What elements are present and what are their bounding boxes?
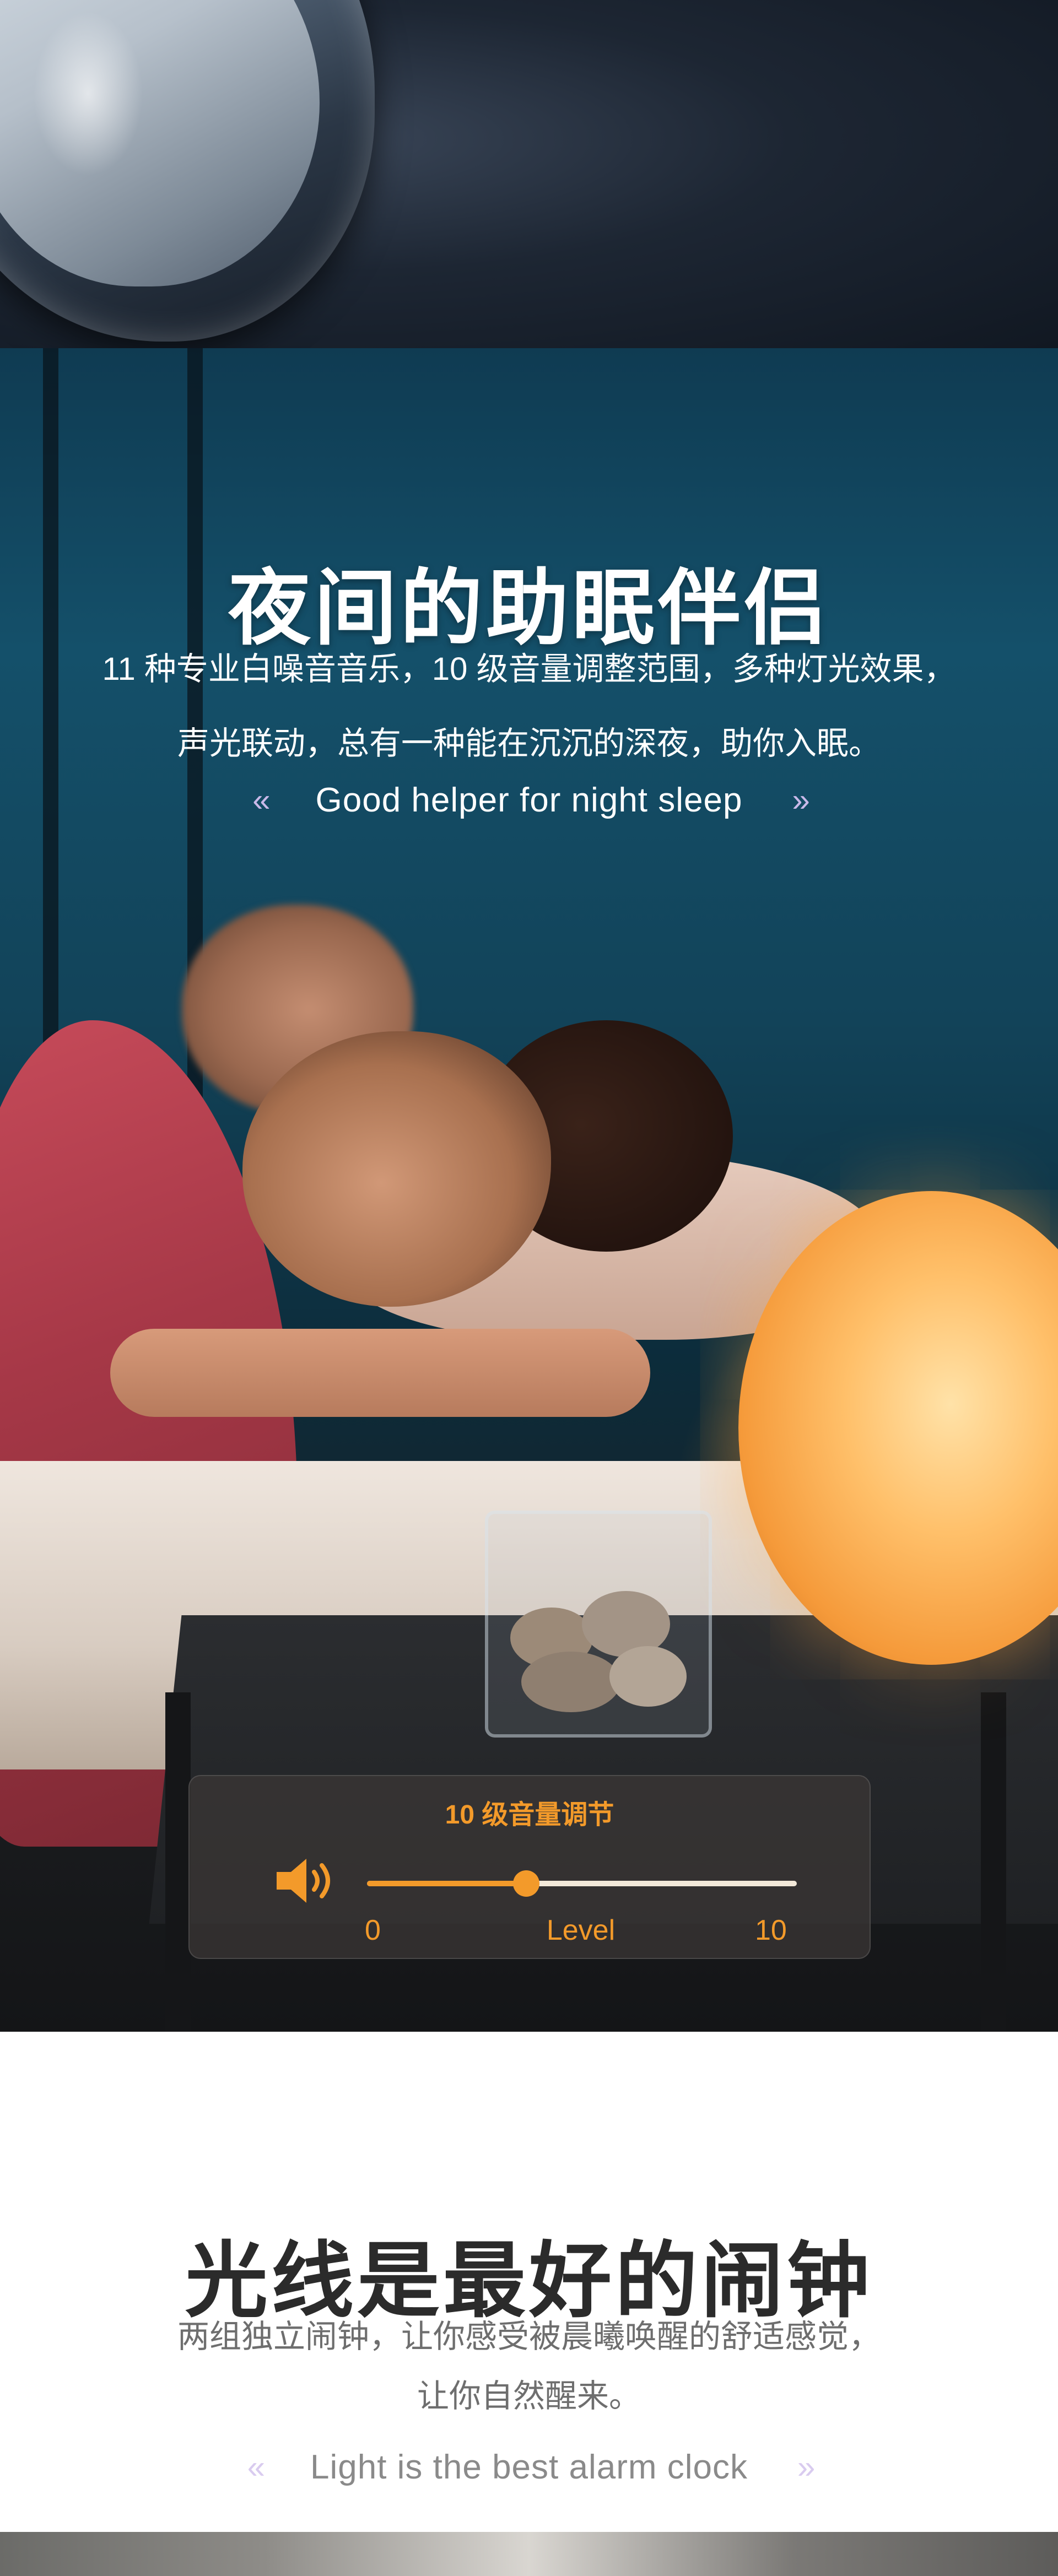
double-chevron-left-icon: « (252, 782, 270, 818)
volume-level-label: Level (546, 1914, 616, 1946)
volume-panel-title: 10 级音量调节 (445, 1800, 614, 1830)
alarm-section-subtitle: Light is the best alarm clock (310, 2448, 748, 2486)
device-highlight (33, 11, 143, 176)
night-description-line: 11 种专业白噪音音乐，10 级音量调整范围，多种灯光效果， (102, 651, 956, 687)
alarm-description-line: 两组独立闹钟，让你感受被晨曦唤醒的舒适感觉， (177, 2319, 881, 2355)
double-chevron-left-icon: « (247, 2449, 265, 2485)
alarm-section-subtitle-row: « Light is the best alarm clock » (0, 2439, 1058, 2494)
volume-level-panel: 10 级音量调节 0 Level 10 (188, 1775, 871, 1959)
glass-of-stones-image (485, 1511, 712, 1738)
double-chevron-right-icon: » (792, 782, 809, 818)
next-section-image-strip (0, 2532, 1058, 2576)
night-sleep-section: 夜间的助眠伴侣 11 种专业白噪音音乐，10 级音量调整范围，多种灯光效果， 声… (0, 348, 1058, 2032)
stone (609, 1646, 687, 1707)
alarm-section: 光线是最好的闹钟 两组独立闹钟，让你感受被晨曦唤醒的舒适感觉， 让你自然醒来。 … (0, 2032, 1058, 2532)
volume-min-label: 0 (365, 1914, 381, 1946)
table-leg (165, 1692, 191, 2032)
stone (521, 1652, 620, 1712)
night-section-subtitle-row: « Good helper for night sleep » (0, 772, 1058, 827)
arm-image (110, 1329, 650, 1417)
night-section-description: 11 种专业白噪音音乐，10 级音量调整范围，多种灯光效果， 声光联动，总有一种… (66, 632, 992, 781)
product-closeup-image (0, 0, 1058, 348)
volume-slider-track[interactable] (367, 1870, 797, 1897)
double-chevron-right-icon: » (797, 2449, 815, 2485)
alarm-description-line: 让你自然醒来。 (417, 2378, 641, 2414)
night-description-line: 声光联动，总有一种能在沉沉的深夜，助你入眠。 (177, 726, 881, 761)
volume-slider-fill (367, 1881, 526, 1886)
volume-max-label: 10 (755, 1914, 787, 1946)
alarm-section-description: 两组独立闹钟，让你感受被晨曦唤醒的舒适感觉， 让你自然醒来。 (88, 2307, 970, 2426)
volume-slider-knob[interactable] (512, 1870, 539, 1897)
table-leg (981, 1692, 1006, 2032)
night-section-subtitle: Good helper for night sleep (315, 781, 743, 819)
speaker-icon (277, 1859, 330, 1903)
